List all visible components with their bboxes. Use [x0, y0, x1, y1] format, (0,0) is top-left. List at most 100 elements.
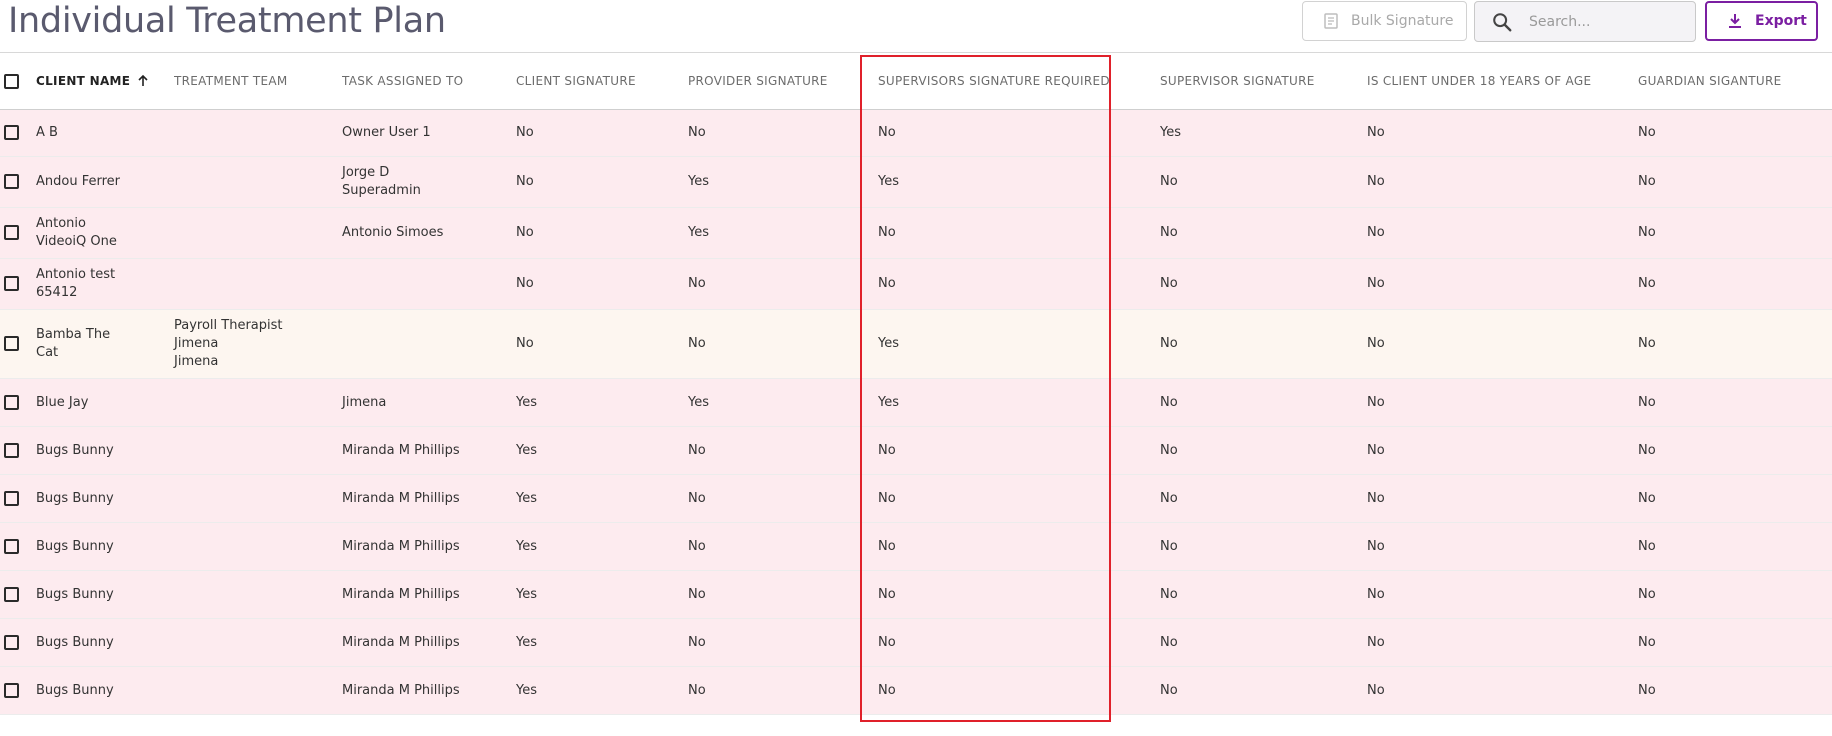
table-row[interactable]: Bugs Bunny Miranda M Phillips Yes No No No No N…: [0, 522, 1832, 571]
column-header-client-signature[interactable]: CLIENT SIGNATURE: [516, 53, 688, 110]
column-header-client-under-18[interactable]: IS CLIENT UNDER 18 YEARS OF AGE: [1367, 53, 1638, 110]
treatment-team-cell-line: Payroll Therapist: [174, 318, 283, 333]
treatment-team-cell: [174, 618, 342, 667]
table-row[interactable]: A B Owner User 1 No No No Yes No No: [0, 109, 1832, 157]
search-icon: [1493, 12, 1512, 31]
table-row[interactable]: Bugs Bunny Miranda M Phillips Yes No No No No N…: [0, 474, 1832, 523]
task-assigned-cell-line: Antonio Simoes: [342, 225, 444, 240]
treatment-team-cell: [174, 378, 342, 427]
client-name-cell: Antonio test 65412: [36, 258, 174, 310]
guardian-signature-cell: No: [1638, 522, 1832, 571]
client-name-cell-line: Andou Ferrer: [36, 174, 120, 189]
task-assigned-cell: Owner User 1: [342, 109, 516, 157]
row-select-cell: [0, 618, 36, 667]
export-label: Export: [1755, 13, 1807, 29]
task-assigned-cell-line: Miranda M Phillips: [342, 586, 460, 602]
table-row[interactable]: Antonio VideoiQ One Antonio Simoes No Yes No N…: [0, 207, 1832, 259]
supervisors-signature-required-cell: No: [878, 522, 1160, 571]
task-assigned-cell: Miranda M Phillips: [342, 474, 516, 523]
client-name-cell-line: Bamba The: [36, 327, 111, 342]
provider-signature-cell: No: [688, 522, 878, 571]
table-row[interactable]: Andou Ferrer Jorge D Superadmin No Yes Yes No N…: [0, 156, 1832, 208]
table-row[interactable]: Bugs Bunny Miranda M Phillips Yes No No No No N…: [0, 426, 1832, 475]
task-assigned-cell-line: Miranda M Phillips: [342, 490, 460, 506]
supervisors-signature-required-cell: Yes: [878, 378, 1160, 427]
treatment-team-cell-line: Jimena: [174, 336, 219, 351]
treatment-team-cell: [174, 426, 342, 475]
supervisors-signature-required-cell: No: [878, 666, 1160, 715]
client-signature-cell: Yes: [516, 474, 688, 523]
task-assigned-cell-line: Superadmin: [342, 183, 421, 198]
client-signature-cell: No: [516, 207, 688, 259]
row-select-cell: [0, 156, 36, 208]
column-header-treatment-team[interactable]: TREATMENT TEAM: [174, 53, 342, 110]
table-row[interactable]: Antonio test 65412 No No No No No No: [0, 258, 1832, 310]
client-name-cell-line: A B: [36, 125, 58, 140]
column-header-provider-signature[interactable]: PROVIDER SIGNATURE: [688, 53, 878, 110]
row-checkbox[interactable]: [4, 125, 19, 140]
task-assigned-cell: Antonio Simoes: [342, 207, 516, 259]
client-under-18-cell: No: [1367, 378, 1638, 427]
client-name-cell: Bugs Bunny: [36, 570, 174, 619]
provider-signature-cell: No: [688, 570, 878, 619]
row-checkbox[interactable]: [4, 276, 19, 291]
client-name-cell-line: Bugs Bunny: [36, 538, 114, 554]
provider-signature-cell: No: [688, 258, 878, 310]
treatment-team-cell: [174, 156, 342, 208]
client-under-18-cell: No: [1367, 522, 1638, 571]
column-header-client-name[interactable]: CLIENT NAME: [36, 53, 174, 110]
select-all-checkbox[interactable]: [4, 73, 19, 89]
supervisors-signature-required-cell: No: [878, 109, 1160, 157]
column-header-guardian-signature[interactable]: GUARDIAN SIGANTURE: [1638, 53, 1832, 110]
supervisors-signature-required-cell: No: [878, 474, 1160, 523]
client-under-18-cell: No: [1367, 156, 1638, 208]
task-assigned-cell-line: Jimena: [342, 394, 387, 410]
client-signature-cell: Yes: [516, 570, 688, 619]
row-checkbox[interactable]: [4, 174, 19, 189]
row-checkbox[interactable]: [4, 336, 19, 351]
supervisors-signature-required-cell: No: [878, 570, 1160, 619]
guardian-signature-cell: No: [1638, 570, 1832, 619]
client-signature-cell: No: [516, 258, 688, 310]
table-header-row: CLIENT NAME TREATMENT TEAM TASK ASSIGNED…: [0, 53, 1832, 110]
search-box[interactable]: [1474, 1, 1696, 42]
guardian-signature-cell: No: [1638, 309, 1832, 379]
guardian-signature-cell: No: [1638, 258, 1832, 310]
row-checkbox[interactable]: [4, 490, 19, 506]
treatment-team-cell: [174, 474, 342, 523]
row-checkbox[interactable]: [4, 538, 19, 554]
client-under-18-cell: No: [1367, 618, 1638, 667]
task-assigned-cell-line: Miranda M Phillips: [342, 442, 460, 458]
client-signature-cell: Yes: [516, 426, 688, 475]
select-all-cell: [0, 53, 36, 110]
row-checkbox[interactable]: [4, 394, 19, 410]
search-input[interactable]: [1527, 12, 1681, 31]
table-row[interactable]: Bugs Bunny Miranda M Phillips Yes No No No No N…: [0, 570, 1832, 619]
row-checkbox[interactable]: [4, 682, 19, 698]
table-row[interactable]: Bugs Bunny Miranda M Phillips Yes No No No No N…: [0, 618, 1832, 667]
column-header-task-assigned-to[interactable]: TASK ASSIGNED TO: [342, 53, 516, 110]
row-checkbox[interactable]: [4, 442, 19, 458]
table-row[interactable]: Bamba The Cat Payroll Therapist Jimena Jimen…: [0, 309, 1832, 379]
client-under-18-cell: No: [1367, 666, 1638, 715]
row-checkbox[interactable]: [4, 225, 19, 240]
supervisors-signature-required-cell: Yes: [878, 156, 1160, 208]
guardian-signature-cell: No: [1638, 109, 1832, 157]
sort-ascending-icon[interactable]: [136, 74, 150, 88]
row-checkbox[interactable]: [4, 634, 19, 650]
column-header-supervisors-signature-required[interactable]: SUPERVISORS SIGNATURE REQUIRED: [878, 53, 1160, 110]
table-row[interactable]: Bugs Bunny Miranda M Phillips Yes No No No No N…: [0, 666, 1832, 715]
supervisors-signature-required-cell: Yes: [878, 309, 1160, 379]
export-button[interactable]: Export: [1705, 1, 1818, 41]
treatment-team-cell: [174, 666, 342, 715]
task-assigned-cell-line: Miranda M Phillips: [342, 538, 460, 554]
table-body: A B Owner User 1 No No No Yes No No Andou Ferrer…: [0, 109, 1832, 715]
table-row[interactable]: Blue Jay Jimena Yes Yes Yes No No No: [0, 378, 1832, 427]
column-header-supervisor-signature[interactable]: SUPERVISOR SIGNATURE: [1160, 53, 1367, 110]
row-checkbox[interactable]: [4, 586, 19, 602]
bulk-signature-button[interactable]: Bulk Signature: [1302, 1, 1467, 41]
download-icon: [1729, 14, 1741, 28]
client-name-cell-line: Bugs Bunny: [36, 634, 114, 650]
provider-signature-cell: No: [688, 666, 878, 715]
client-signature-cell: Yes: [516, 378, 688, 427]
